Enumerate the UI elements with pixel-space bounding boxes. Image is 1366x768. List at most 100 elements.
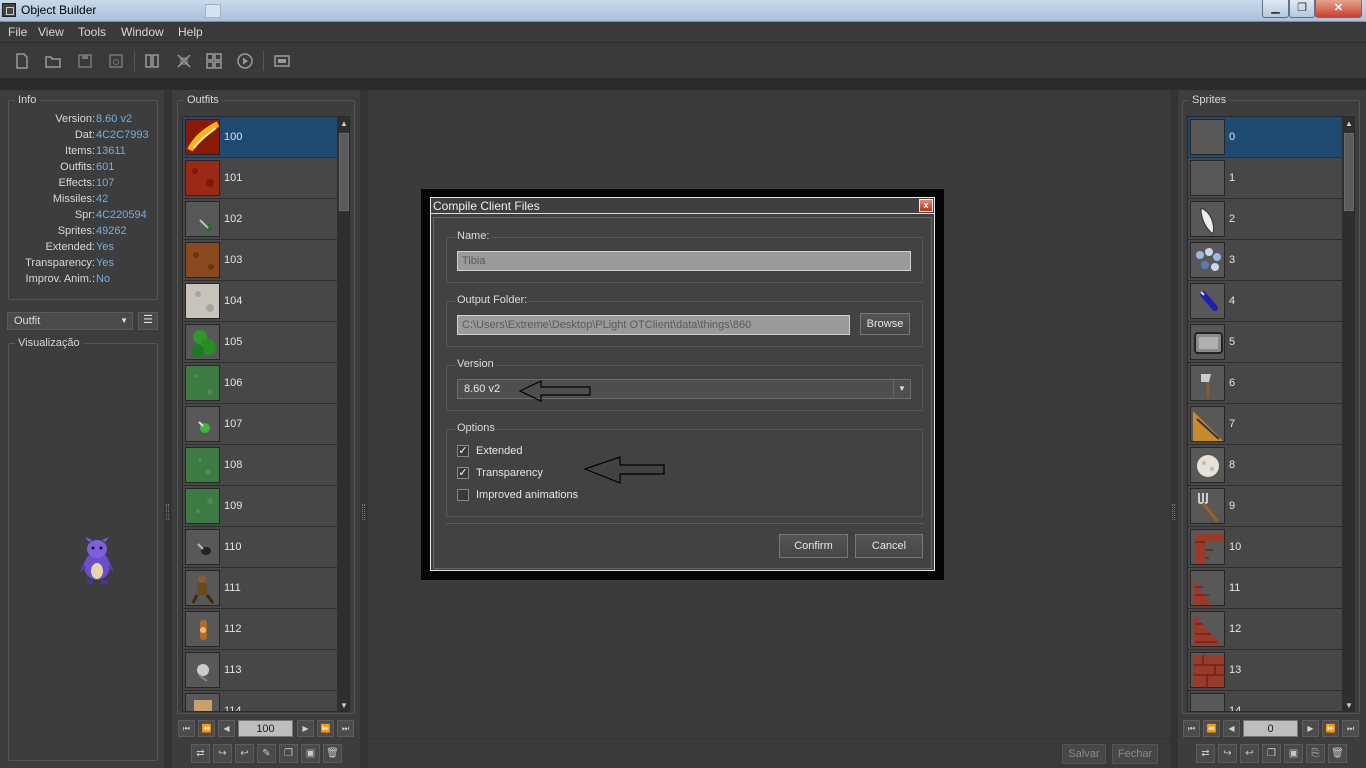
list-item[interactable]: 3 xyxy=(1188,240,1342,281)
list-item[interactable]: 0 xyxy=(1188,117,1342,158)
scroll-up-icon[interactable]: ▲ xyxy=(337,117,349,131)
scroll-thumb[interactable] xyxy=(339,133,349,211)
list-item[interactable]: 10 xyxy=(1188,527,1342,568)
browse-button[interactable]: Browse xyxy=(860,313,910,335)
animation-player-icon[interactable] xyxy=(237,53,253,69)
list-item[interactable]: 4 xyxy=(1188,281,1342,322)
list-item[interactable]: 112 xyxy=(183,609,337,650)
menu-view[interactable]: View xyxy=(38,25,64,39)
replace-icon[interactable]: ⇄ xyxy=(1196,744,1215,763)
list-item[interactable]: 111 xyxy=(183,568,337,609)
minimize-button[interactable]: ▁ xyxy=(1262,0,1289,18)
list-item[interactable]: 104 xyxy=(183,281,337,322)
new-file-icon[interactable] xyxy=(14,53,30,69)
prev-page-icon[interactable]: ◀ xyxy=(218,720,235,737)
menu-window[interactable]: Window xyxy=(121,25,164,39)
name-input[interactable]: Tibia xyxy=(457,251,911,271)
list-item[interactable]: 6 xyxy=(1188,363,1342,404)
list-item[interactable]: 110 xyxy=(183,527,337,568)
new-sprite-icon[interactable]: ▣ xyxy=(1284,744,1303,763)
duplicate-icon[interactable]: ❐ xyxy=(1262,744,1281,763)
last-page-icon[interactable]: ⏭ xyxy=(1342,720,1359,737)
list-item[interactable]: 12 xyxy=(1188,609,1342,650)
confirm-button[interactable]: Confirm xyxy=(779,534,848,558)
list-item[interactable]: 14 xyxy=(1188,691,1342,711)
menu-help[interactable]: Help xyxy=(178,25,203,39)
category-select[interactable]: Outfit ▼ xyxy=(7,312,133,330)
fast-back-icon[interactable]: ⏪ xyxy=(198,720,215,737)
save-as-icon[interactable] xyxy=(108,53,124,69)
scroll-thumb[interactable] xyxy=(1344,133,1354,211)
prev-page-icon[interactable]: ◀ xyxy=(1223,720,1240,737)
transparency-checkbox[interactable]: ✓ xyxy=(457,467,469,479)
trash-icon[interactable]: 🗑 xyxy=(323,744,342,763)
list-item[interactable]: 109 xyxy=(183,486,337,527)
first-page-icon[interactable]: ⏮ xyxy=(178,720,195,737)
list-item[interactable]: 103 xyxy=(183,240,337,281)
list-item[interactable]: 11 xyxy=(1188,568,1342,609)
save-icon[interactable] xyxy=(77,53,93,69)
list-item[interactable]: 113 xyxy=(183,650,337,691)
list-item[interactable]: 1 xyxy=(1188,158,1342,199)
scroll-down-icon[interactable]: ▼ xyxy=(1342,699,1354,711)
list-item[interactable]: 2 xyxy=(1188,199,1342,240)
copy-icon[interactable]: ⎘ xyxy=(1306,744,1325,763)
sprite-thumbnail xyxy=(1190,201,1225,237)
new-item-icon[interactable]: ▣ xyxy=(301,744,320,763)
list-item[interactable]: 5 xyxy=(1188,322,1342,363)
import-icon[interactable]: ↩ xyxy=(1240,744,1259,763)
first-page-icon[interactable]: ⏮ xyxy=(1183,720,1200,737)
replace-icon[interactable]: ⇄ xyxy=(191,744,210,763)
edit-icon[interactable]: ✎ xyxy=(257,744,276,763)
list-item[interactable]: 8 xyxy=(1188,445,1342,486)
list-item[interactable]: 106 xyxy=(183,363,337,404)
scroll-up-icon[interactable]: ▲ xyxy=(1342,117,1354,131)
sprite-grid-icon[interactable] xyxy=(206,53,222,69)
menu-tools[interactable]: Tools xyxy=(78,25,106,39)
log-window-icon[interactable] xyxy=(274,53,290,69)
outfits-scrollbar[interactable]: ▲ ▼ xyxy=(337,117,349,711)
list-item[interactable]: 114 xyxy=(183,691,337,711)
fast-forward-icon[interactable]: ⏩ xyxy=(317,720,334,737)
close-window-button[interactable]: ✕ xyxy=(1315,0,1362,18)
list-item[interactable]: 107 xyxy=(183,404,337,445)
list-item[interactable]: 102 xyxy=(183,199,337,240)
next-page-icon[interactable]: ▶ xyxy=(1302,720,1319,737)
export-icon[interactable]: ↪ xyxy=(213,744,232,763)
page-input[interactable]: 0 xyxy=(1243,720,1298,737)
fast-forward-icon[interactable]: ⏩ xyxy=(1322,720,1339,737)
fast-back-icon[interactable]: ⏪ xyxy=(1203,720,1220,737)
sprites-scrollbar[interactable]: ▲ ▼ xyxy=(1342,117,1354,711)
cancel-button[interactable]: Cancel xyxy=(855,534,923,558)
dialog-close-button[interactable]: x xyxy=(919,199,933,212)
close-editor-button[interactable]: Fechar xyxy=(1112,744,1158,764)
left-splitter[interactable] xyxy=(164,90,172,768)
scroll-down-icon[interactable]: ▼ xyxy=(337,699,349,711)
list-item[interactable]: 9 xyxy=(1188,486,1342,527)
export-icon[interactable]: ↪ xyxy=(1218,744,1237,763)
menu-file[interactable]: File xyxy=(8,25,27,39)
open-folder-icon[interactable] xyxy=(45,53,61,69)
output-folder-input[interactable]: C:\Users\Extreme\Desktop\PLight OTClient… xyxy=(457,315,850,335)
last-page-icon[interactable]: ⏭ xyxy=(337,720,354,737)
list-item[interactable]: 13 xyxy=(1188,650,1342,691)
list-item[interactable]: 108 xyxy=(183,445,337,486)
list-item[interactable]: 105 xyxy=(183,322,337,363)
list-item[interactable]: 7 xyxy=(1188,404,1342,445)
object-viewer-icon[interactable] xyxy=(144,53,160,69)
import-icon[interactable]: ↩ xyxy=(235,744,254,763)
list-options-button[interactable]: ☰ xyxy=(138,312,158,330)
next-page-icon[interactable]: ▶ xyxy=(297,720,314,737)
maximize-button[interactable]: ❐ xyxy=(1289,0,1315,18)
duplicate-icon[interactable]: ❐ xyxy=(279,744,298,763)
slicer-icon[interactable] xyxy=(176,53,192,69)
extended-checkbox[interactable]: ✓ xyxy=(457,445,469,457)
center-left-splitter[interactable] xyxy=(360,90,368,768)
page-input[interactable]: 100 xyxy=(238,720,293,737)
trash-icon[interactable]: 🗑 xyxy=(1328,744,1347,763)
list-item[interactable]: 100 xyxy=(183,117,337,158)
save-button[interactable]: Salvar xyxy=(1062,744,1106,764)
improved-animations-checkbox[interactable] xyxy=(457,489,469,501)
list-item[interactable]: 101 xyxy=(183,158,337,199)
right-splitter[interactable] xyxy=(1170,90,1178,768)
